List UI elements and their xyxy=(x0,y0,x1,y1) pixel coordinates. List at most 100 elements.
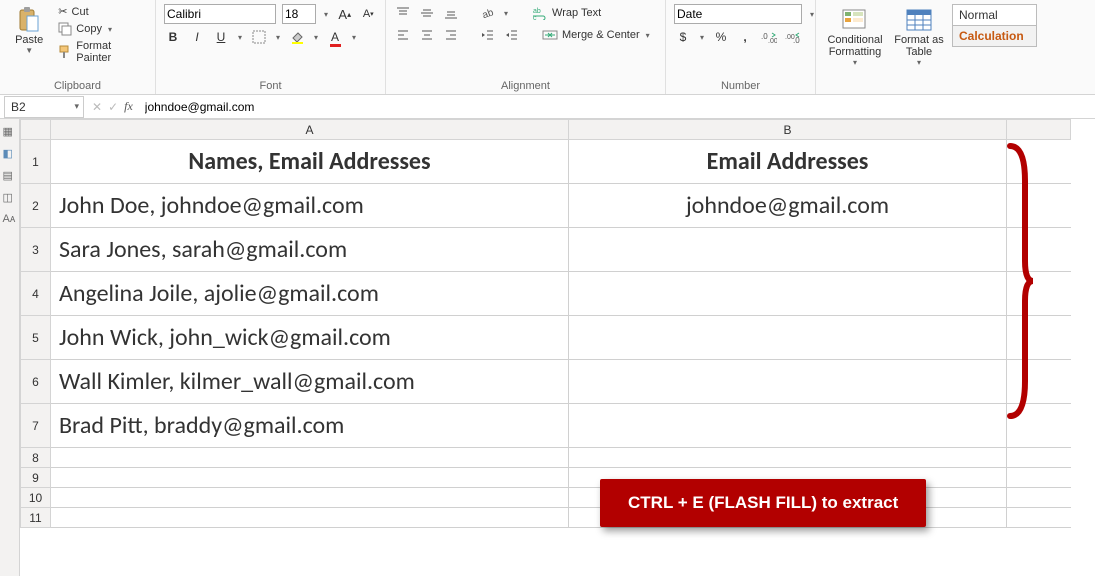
cell-A3[interactable]: Sara Jones, sarah@gmail.com xyxy=(51,228,569,272)
row-header[interactable]: 5 xyxy=(21,316,51,360)
cell-B6[interactable] xyxy=(569,360,1007,404)
currency-icon[interactable]: $ xyxy=(674,28,692,46)
row-header[interactable]: 10 xyxy=(21,488,51,508)
chevron-down-icon[interactable]: ▾ xyxy=(698,33,706,42)
spreadsheet-grid[interactable]: A B 1 Names, Email Addresses Email Addre… xyxy=(20,119,1095,576)
cancel-icon[interactable]: ✕ xyxy=(92,100,102,114)
comma-icon[interactable]: , xyxy=(736,28,754,46)
chevron-down-icon[interactable]: ▾ xyxy=(644,31,652,40)
chevron-down-icon[interactable]: ▾ xyxy=(915,58,923,67)
tool-icon[interactable]: ◫ xyxy=(3,191,17,205)
cell[interactable] xyxy=(1007,488,1071,508)
align-middle-icon[interactable] xyxy=(418,4,436,22)
copy-button[interactable]: Copy ▾ xyxy=(56,21,147,37)
align-top-icon[interactable] xyxy=(394,4,412,22)
cell-A7[interactable]: Brad Pitt, braddy@gmail.com xyxy=(51,404,569,448)
increase-font-icon[interactable]: A▴ xyxy=(336,5,353,23)
borders-button[interactable] xyxy=(250,28,268,46)
cell[interactable] xyxy=(1007,448,1071,468)
merge-center-button[interactable]: Merge & Center ▾ xyxy=(540,27,654,43)
format-painter-button[interactable]: Format Painter xyxy=(56,39,147,65)
cell[interactable] xyxy=(51,448,569,468)
paste-button[interactable]: Paste ▼ xyxy=(8,4,50,57)
chevron-down-icon[interactable]: ▾ xyxy=(236,33,244,42)
group-label-font: Font xyxy=(164,78,377,92)
chevron-down-icon[interactable]: ▾ xyxy=(851,58,859,67)
row-header[interactable]: 11 xyxy=(21,508,51,528)
cell-B3[interactable] xyxy=(569,228,1007,272)
increase-indent-icon[interactable] xyxy=(502,26,520,44)
svg-text:ab: ab xyxy=(481,7,494,20)
chevron-down-icon[interactable]: ▾ xyxy=(274,33,282,42)
select-all-corner[interactable] xyxy=(21,120,51,140)
row-header[interactable]: 8 xyxy=(21,448,51,468)
column-header-A[interactable]: A xyxy=(51,120,569,140)
cell[interactable] xyxy=(1007,508,1071,528)
cell-B1[interactable]: Email Addresses xyxy=(569,140,1007,184)
cell-B5[interactable] xyxy=(569,316,1007,360)
cell[interactable] xyxy=(51,488,569,508)
row-header[interactable]: 9 xyxy=(21,468,51,488)
formula-input[interactable] xyxy=(141,96,1095,118)
conditional-formatting-button[interactable]: Conditional Formatting ▾ xyxy=(824,4,886,69)
cell-B4[interactable] xyxy=(569,272,1007,316)
chevron-down-icon[interactable]: ▼ xyxy=(23,46,35,55)
decrease-indent-icon[interactable] xyxy=(478,26,496,44)
font-name-combo[interactable] xyxy=(164,4,276,24)
font-color-button[interactable]: A xyxy=(326,28,344,46)
row-header[interactable]: 4 xyxy=(21,272,51,316)
cell-A6[interactable]: Wall Kimler, kilmer_wall@gmail.com xyxy=(51,360,569,404)
font-size-combo[interactable] xyxy=(282,4,316,24)
bold-button[interactable]: B xyxy=(164,28,182,46)
align-center-icon[interactable] xyxy=(418,26,436,44)
enter-icon[interactable]: ✓ xyxy=(108,100,118,114)
tool-icon[interactable]: ▤ xyxy=(3,169,17,183)
align-left-icon[interactable] xyxy=(394,26,412,44)
chevron-down-icon[interactable]: ▾ xyxy=(322,10,330,19)
tool-icon[interactable]: Aᴀ xyxy=(3,213,17,227)
style-calculation[interactable]: Calculation xyxy=(953,26,1036,46)
cell-styles-gallery[interactable]: Normal Calculation xyxy=(952,4,1037,47)
cell[interactable] xyxy=(1007,468,1071,488)
cell[interactable] xyxy=(51,468,569,488)
row-header[interactable]: 1 xyxy=(21,140,51,184)
cell-A1[interactable]: Names, Email Addresses xyxy=(51,140,569,184)
row-header[interactable]: 7 xyxy=(21,404,51,448)
format-as-table-button[interactable]: Format as Table ▾ xyxy=(892,4,946,69)
row-header[interactable]: 6 xyxy=(21,360,51,404)
cut-button[interactable]: ✂ Cut xyxy=(56,4,147,19)
chevron-down-icon[interactable]: ▾ xyxy=(350,33,358,42)
decrease-decimal-icon[interactable]: .00.0 xyxy=(784,28,802,46)
tool-icon[interactable]: ◧ xyxy=(3,147,17,161)
italic-button[interactable]: I xyxy=(188,28,206,46)
name-box[interactable]: B2 xyxy=(4,96,84,118)
row-header[interactable]: 2 xyxy=(21,184,51,228)
cell-A5[interactable]: John Wick, john_wick@gmail.com xyxy=(51,316,569,360)
wrap-text-button[interactable]: abc Wrap Text xyxy=(530,5,603,21)
number-format-combo[interactable] xyxy=(674,4,802,24)
fx-icon[interactable]: fx xyxy=(124,99,133,114)
cell-B7[interactable] xyxy=(569,404,1007,448)
increase-decimal-icon[interactable]: .0.00 xyxy=(760,28,778,46)
tool-icon[interactable]: ▦ xyxy=(3,125,17,139)
cell[interactable] xyxy=(569,448,1007,468)
chevron-down-icon[interactable]: ▾ xyxy=(106,25,114,34)
underline-button[interactable]: U xyxy=(212,28,230,46)
row-header[interactable]: 3 xyxy=(21,228,51,272)
chevron-down-icon[interactable]: ▾ xyxy=(312,33,320,42)
chevron-down-icon[interactable]: ▾ xyxy=(808,10,816,19)
style-normal[interactable]: Normal xyxy=(953,5,1036,26)
align-bottom-icon[interactable] xyxy=(442,4,460,22)
cell-B2[interactable]: johndoe@gmail.com xyxy=(569,184,1007,228)
cell[interactable] xyxy=(51,508,569,528)
column-header-B[interactable]: B xyxy=(569,120,1007,140)
cell-A2[interactable]: John Doe, johndoe@gmail.com xyxy=(51,184,569,228)
fill-color-button[interactable] xyxy=(288,28,306,46)
align-right-icon[interactable] xyxy=(442,26,460,44)
percent-icon[interactable]: % xyxy=(712,28,730,46)
column-header-C[interactable] xyxy=(1007,120,1071,140)
chevron-down-icon[interactable]: ▾ xyxy=(502,9,510,18)
cell-A4[interactable]: Angelina Joile, ajolie@gmail.com xyxy=(51,272,569,316)
orientation-icon[interactable]: ab xyxy=(478,4,496,22)
decrease-font-icon[interactable]: A▾ xyxy=(360,5,377,23)
